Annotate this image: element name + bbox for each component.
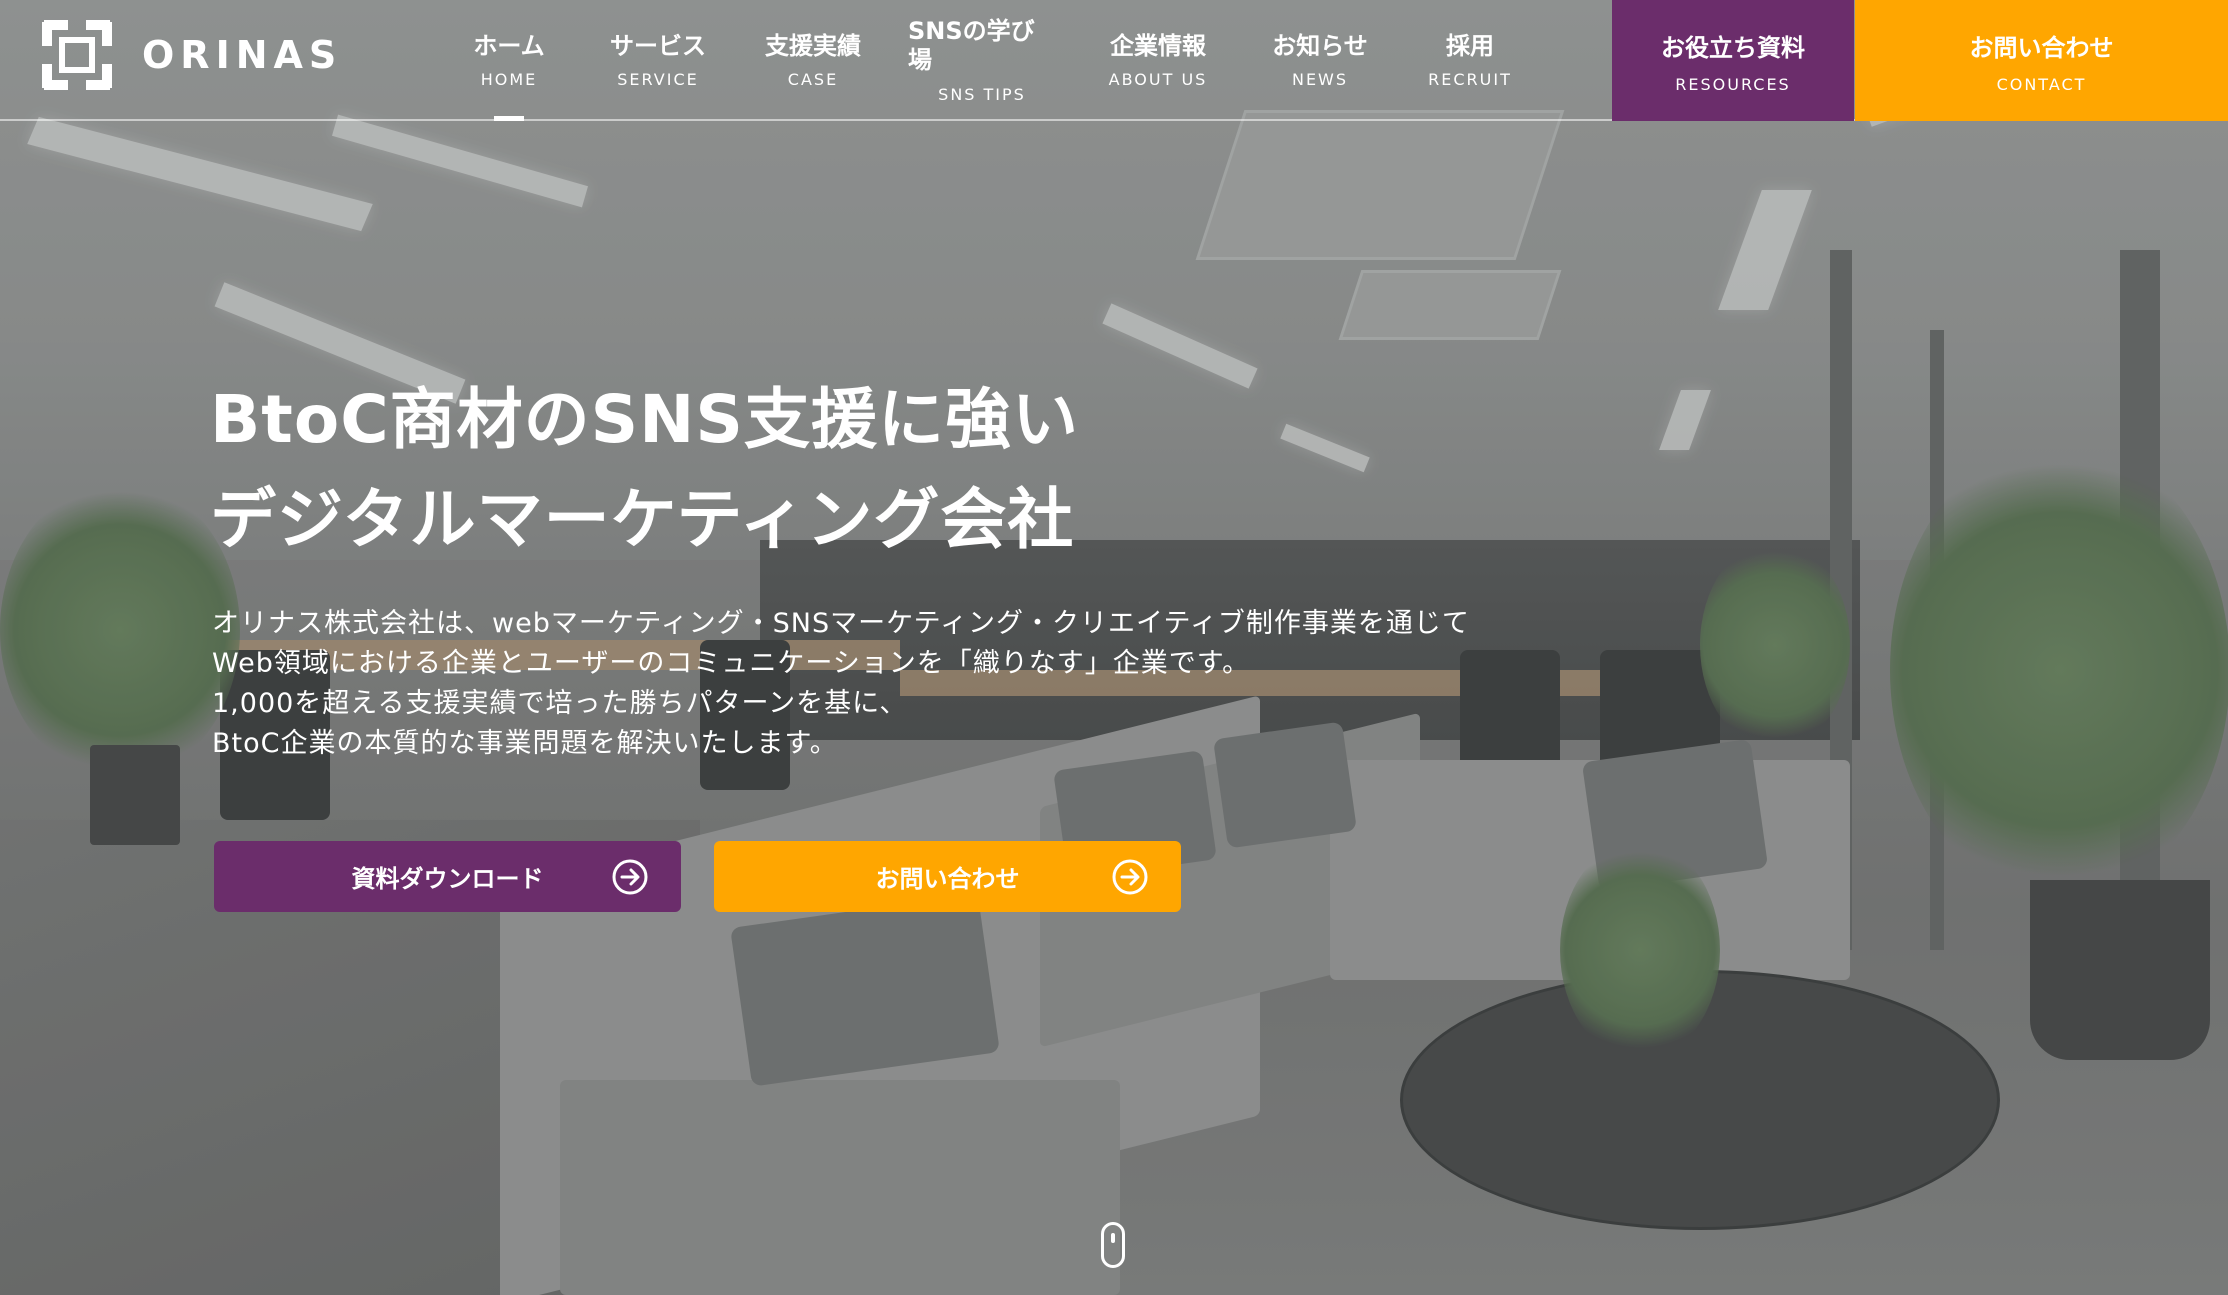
nav-item-about-us[interactable]: 企業情報 ABOUT US	[1076, 0, 1240, 121]
nav-item-sublabel: HOME	[480, 70, 538, 90]
site-logo[interactable]: ORINAS	[40, 16, 342, 94]
nav-item-news[interactable]: お知らせ NEWS	[1240, 0, 1400, 121]
nav-item-label: 支援実績	[765, 31, 861, 60]
hero-lead-line: 1,000を超える支援実績で培った勝ちパターンを基に、	[212, 688, 908, 719]
logo-wordmark: ORINAS	[142, 33, 343, 77]
nav-item-recruit[interactable]: 採用 RECRUIT	[1400, 0, 1540, 121]
nav-item-label: 採用	[1446, 31, 1494, 60]
download-button-label: 資料ダウンロード	[351, 865, 544, 893]
nav-item-case[interactable]: 支援実績 CASE	[738, 0, 888, 121]
contact-button-label: お問い合わせ	[875, 865, 1020, 893]
arrow-circle-right-icon	[612, 859, 648, 895]
nav-item-sublabel: RECRUIT	[1428, 70, 1512, 90]
nav-item-label: お知らせ	[1272, 31, 1368, 60]
nav-item-sublabel: SNS TIPS	[938, 84, 1026, 104]
contact-sublabel: CONTACT	[1996, 74, 2087, 94]
nav-item-sns-tips[interactable]: SNSの学び場 SNS TIPS	[888, 0, 1076, 121]
hero-headline-line: BtoC商材のSNS支援に強い	[210, 381, 1079, 458]
resources-label: お役立ち資料	[1661, 33, 1805, 62]
hero-headline-line: デジタルマーケティング会社	[210, 481, 1075, 558]
contact-button[interactable]: お問い合わせ	[714, 841, 1181, 912]
hero-lead-line: オリナス株式会社は、webマーケティング・SNSマーケティング・クリエイティブ制…	[212, 608, 1470, 639]
site-header: ORINAS ホーム HOME サービス SERVICE 支援実績 CASE S…	[0, 0, 2228, 121]
nav-item-home[interactable]: ホーム HOME	[440, 0, 578, 121]
nav-item-label: 企業情報	[1110, 31, 1206, 60]
nav-item-sublabel: SERVICE	[617, 70, 699, 90]
orinas-logo-icon	[42, 20, 112, 90]
hero-lead-line: BtoC企業の本質的な事業問題を解決いたします。	[212, 728, 838, 759]
hero-headline: BtoC商材のSNS支援に強い デジタルマーケティング会社	[210, 370, 1079, 570]
hero-lead: オリナス株式会社は、webマーケティング・SNSマーケティング・クリエイティブ制…	[212, 604, 1470, 764]
nav-item-service[interactable]: サービス SERVICE	[578, 0, 738, 121]
nav-item-sublabel: NEWS	[1291, 70, 1349, 90]
nav-item-label: サービス	[610, 31, 706, 60]
download-button[interactable]: 資料ダウンロード	[214, 841, 681, 912]
nav-resources-button[interactable]: お役立ち資料 RESOURCES	[1612, 0, 1854, 121]
mouse-scroll-icon[interactable]	[1101, 1222, 1125, 1268]
resources-sublabel: RESOURCES	[1675, 74, 1791, 94]
nav-contact-button[interactable]: お問い合わせ CONTACT	[1855, 0, 2228, 121]
nav-item-label: SNSの学び場	[908, 17, 1035, 74]
nav-item-sublabel: CASE	[787, 70, 839, 90]
hero-lead-line: Web領域における企業とユーザーのコミュニケーションを「織りなす」企業です。	[212, 648, 1251, 679]
arrow-circle-right-icon	[1112, 859, 1148, 895]
contact-label: お問い合わせ	[1969, 33, 2114, 62]
nav-item-sublabel: ABOUT US	[1108, 70, 1208, 90]
nav-item-label: ホーム	[473, 31, 545, 60]
main-nav: ホーム HOME サービス SERVICE 支援実績 CASE SNSの学び場 …	[440, 0, 1540, 121]
